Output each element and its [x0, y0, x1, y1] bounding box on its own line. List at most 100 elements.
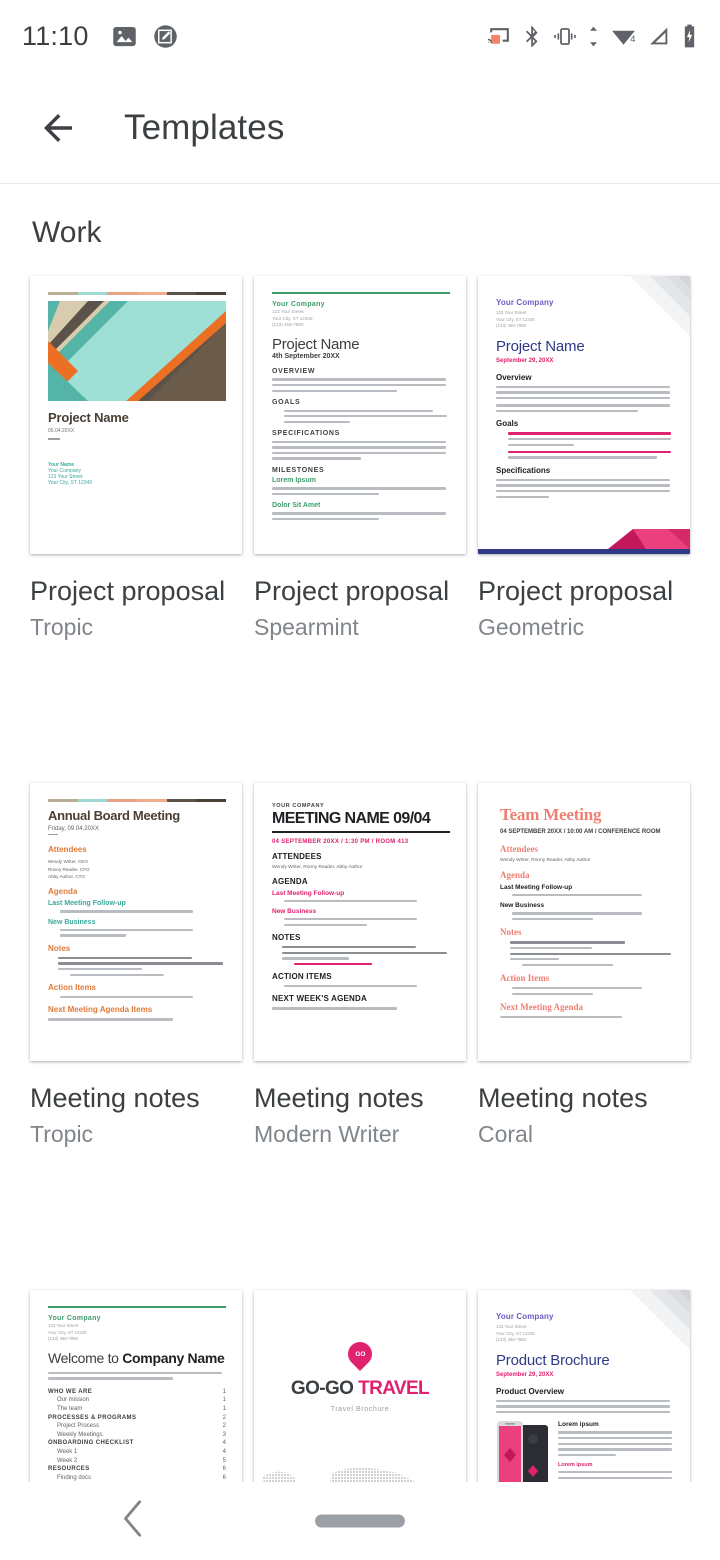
brochure-side-heading-2: Lorem ipsum — [558, 1462, 593, 1469]
section-label: Next Meeting Agenda — [500, 1002, 583, 1013]
spearmint-doc-title: Project Name — [272, 335, 360, 353]
onboarding-address: 123 Your Street Your City, ST 12345 (123… — [48, 1323, 87, 1342]
attendee-2: Ronny Reader, CFO — [48, 866, 90, 872]
modern-writer-rule — [272, 831, 450, 833]
template-cell: YOUR COMPANY MEETING NAME 09/04 04 SEPTE… — [248, 783, 472, 1148]
geometric-address: 123 Your Street Your City, ST 12345 (123… — [496, 310, 535, 329]
battery-charging-icon — [684, 24, 695, 48]
status-bar: 11:10 4 — [0, 0, 720, 72]
templates-grid: Project Name 05.04.20XX Your Name Your C… — [0, 276, 720, 1560]
templates-content: Work Project Name 05.04.20XX Your Name Y… — [0, 184, 720, 1560]
back-button[interactable] — [30, 100, 86, 156]
agenda-sub-2: New Business — [272, 907, 317, 915]
spearmint-doc-date: 4th September 20XX — [272, 352, 340, 360]
tropic-artwork — [48, 301, 226, 401]
geometric-doc-title: Project Name — [496, 337, 585, 355]
spearmint-company: Your Company — [272, 301, 325, 308]
section-label: MILESTONES — [272, 466, 325, 474]
wifi-icon: 4 — [612, 30, 635, 45]
toc-row: The team 1 — [57, 1405, 226, 1412]
status-time: 11:10 — [22, 20, 89, 51]
toc-row: ONBOARDING CHECKLIST 4 — [48, 1440, 226, 1447]
nav-home-pill[interactable] — [315, 1514, 405, 1528]
agenda-sub-1: Last Meeting Follow-up — [48, 900, 126, 908]
section-label: Overview — [496, 372, 532, 382]
section-label: NEXT WEEK'S AGENDA — [272, 994, 367, 1004]
template-cell: Your Company 123 Your Street Your City, … — [248, 276, 472, 641]
toc-row: Project Process 2 — [57, 1423, 226, 1430]
tropic-contact-block: Your Name Your Company 123 Your Street Y… — [48, 462, 226, 486]
section-label: Notes — [48, 943, 71, 953]
spearmint-section-specifications: SPECIFICATIONS — [272, 430, 450, 460]
template-cell: Team Meeting 04 SEPTEMBER 20XX / 10:00 A… — [472, 783, 696, 1148]
brochure-address: 123 Your Street Your City, ST 12345 (123… — [496, 1324, 535, 1343]
tropic-section-agenda: Agenda Last Meeting Follow-up New Busine… — [48, 887, 226, 937]
template-card-meeting-notes-tropic[interactable]: Annual Board Meeting Friday, 09.04.20XX … — [30, 783, 242, 1061]
coral-title: Team Meeting — [500, 805, 602, 824]
travel-brand: GO-GO TRAVEL — [290, 1378, 430, 1400]
template-card-project-proposal-tropic[interactable]: Project Name 05.04.20XX Your Name Your C… — [30, 276, 242, 554]
onboarding-company: Your Company — [48, 1315, 101, 1322]
toc-row: WHO WE ARE 1 — [48, 1388, 226, 1395]
template-subtitle: Tropic — [30, 1121, 94, 1147]
geometric-bottom-decoration — [478, 524, 690, 554]
template-title: Meeting notes — [30, 1083, 200, 1113]
toc-row: Our mission 1 — [57, 1397, 226, 1404]
coral-section-action-items: Action Items — [500, 973, 674, 996]
coral-section-agenda: Agenda Last Meeting Follow-up New Busine… — [500, 870, 674, 921]
brand-part-a: GO-GO — [290, 1378, 354, 1399]
geometric-section-goals: Goals — [496, 419, 674, 459]
mw-section-notes: NOTES — [272, 933, 450, 966]
geometric-section-overview: Overview — [496, 373, 674, 413]
tropic-meeting-title: Annual Board Meeting — [48, 808, 180, 823]
geometric-section-specifications: Specifications — [496, 466, 674, 498]
template-card-meeting-notes-modern-writer[interactable]: YOUR COMPANY MEETING NAME 09/04 04 SEPTE… — [254, 783, 466, 1061]
back-arrow-icon — [44, 113, 72, 142]
status-notification-icons — [111, 23, 179, 50]
template-card-meeting-notes-coral[interactable]: Team Meeting 04 SEPTEMBER 20XX / 10:00 A… — [478, 783, 690, 1061]
template-cell: Your Company 123 Your Street Your City, … — [472, 276, 696, 641]
phone-mockup-svg — [497, 1421, 548, 1488]
toc-row: RESOURCES 6 — [48, 1466, 226, 1473]
brochure-company: Your Company — [496, 1312, 554, 1321]
section-label: SPECIFICATIONS — [272, 430, 341, 438]
mw-section-attendees: ATTENDEES Wendy Writer, Ronny Reader, Ab… — [272, 852, 450, 870]
grid-row-gap — [24, 641, 696, 783]
milestone-sub-1: Lorem Ipsum — [272, 477, 316, 485]
toc-row: Week 25 — [57, 1457, 226, 1464]
spearmint-section-overview: OVERVIEW — [272, 368, 450, 393]
doc-preview-spearmint-proposal: Your Company 123 Your Street Your City, … — [254, 276, 466, 554]
mw-section-agenda: AGENDA Last Meeting Follow-up New Busine… — [272, 877, 450, 926]
onboarding-title-plain: Welcome to — [48, 1349, 123, 1366]
section-label: Goals — [496, 419, 519, 429]
mw-section-action-items: ACTION ITEMS — [272, 972, 450, 988]
section-label: Action Items — [500, 973, 550, 984]
signal-icon — [650, 27, 668, 44]
tropic-section-action-items: Action Items — [48, 983, 226, 999]
nav-back-button[interactable] — [120, 1499, 146, 1544]
template-card-project-proposal-geometric[interactable]: Your Company 123 Your Street Your City, … — [478, 276, 690, 554]
spearmint-address: 123 Your Street Your City, ST 12345 (123… — [272, 309, 313, 328]
tropic-geometry-svg — [48, 301, 226, 401]
brochure-section-overview: Product Overview — [496, 1386, 565, 1396]
template-title: Meeting notes — [478, 1083, 648, 1113]
template-subtitle: Tropic — [30, 614, 94, 640]
brochure-date: September 29, 20XX — [496, 1371, 554, 1378]
page-title: Templates — [124, 107, 285, 147]
template-subtitle: Coral — [478, 1121, 533, 1147]
section-label: Specifications — [496, 465, 551, 475]
doc-preview-coral-meeting: Team Meeting 04 SEPTEMBER 20XX / 10:00 A… — [478, 783, 690, 1061]
template-title: Project proposal — [30, 576, 226, 606]
status-system-icons: 4 — [487, 23, 698, 49]
doc-preview-modern-writer-meeting: YOUR COMPANY MEETING NAME 09/04 04 SEPTE… — [254, 783, 466, 1061]
section-label: ATTENDEES — [272, 851, 322, 861]
template-cell: Project Name 05.04.20XX Your Name Your C… — [24, 276, 248, 641]
toc-row: Finding docs 6 — [57, 1474, 226, 1481]
data-transfer-icon — [590, 26, 597, 46]
template-subtitle: Geometric — [478, 614, 585, 640]
section-label: ACTION ITEMS — [272, 972, 332, 982]
agenda-sub-1: Last Meeting Follow-up — [272, 889, 345, 897]
bluetooth-icon — [525, 25, 538, 47]
template-card-project-proposal-spearmint[interactable]: Your Company 123 Your Street Your City, … — [254, 276, 466, 554]
brand-part-b: TRAVEL — [358, 1378, 430, 1399]
